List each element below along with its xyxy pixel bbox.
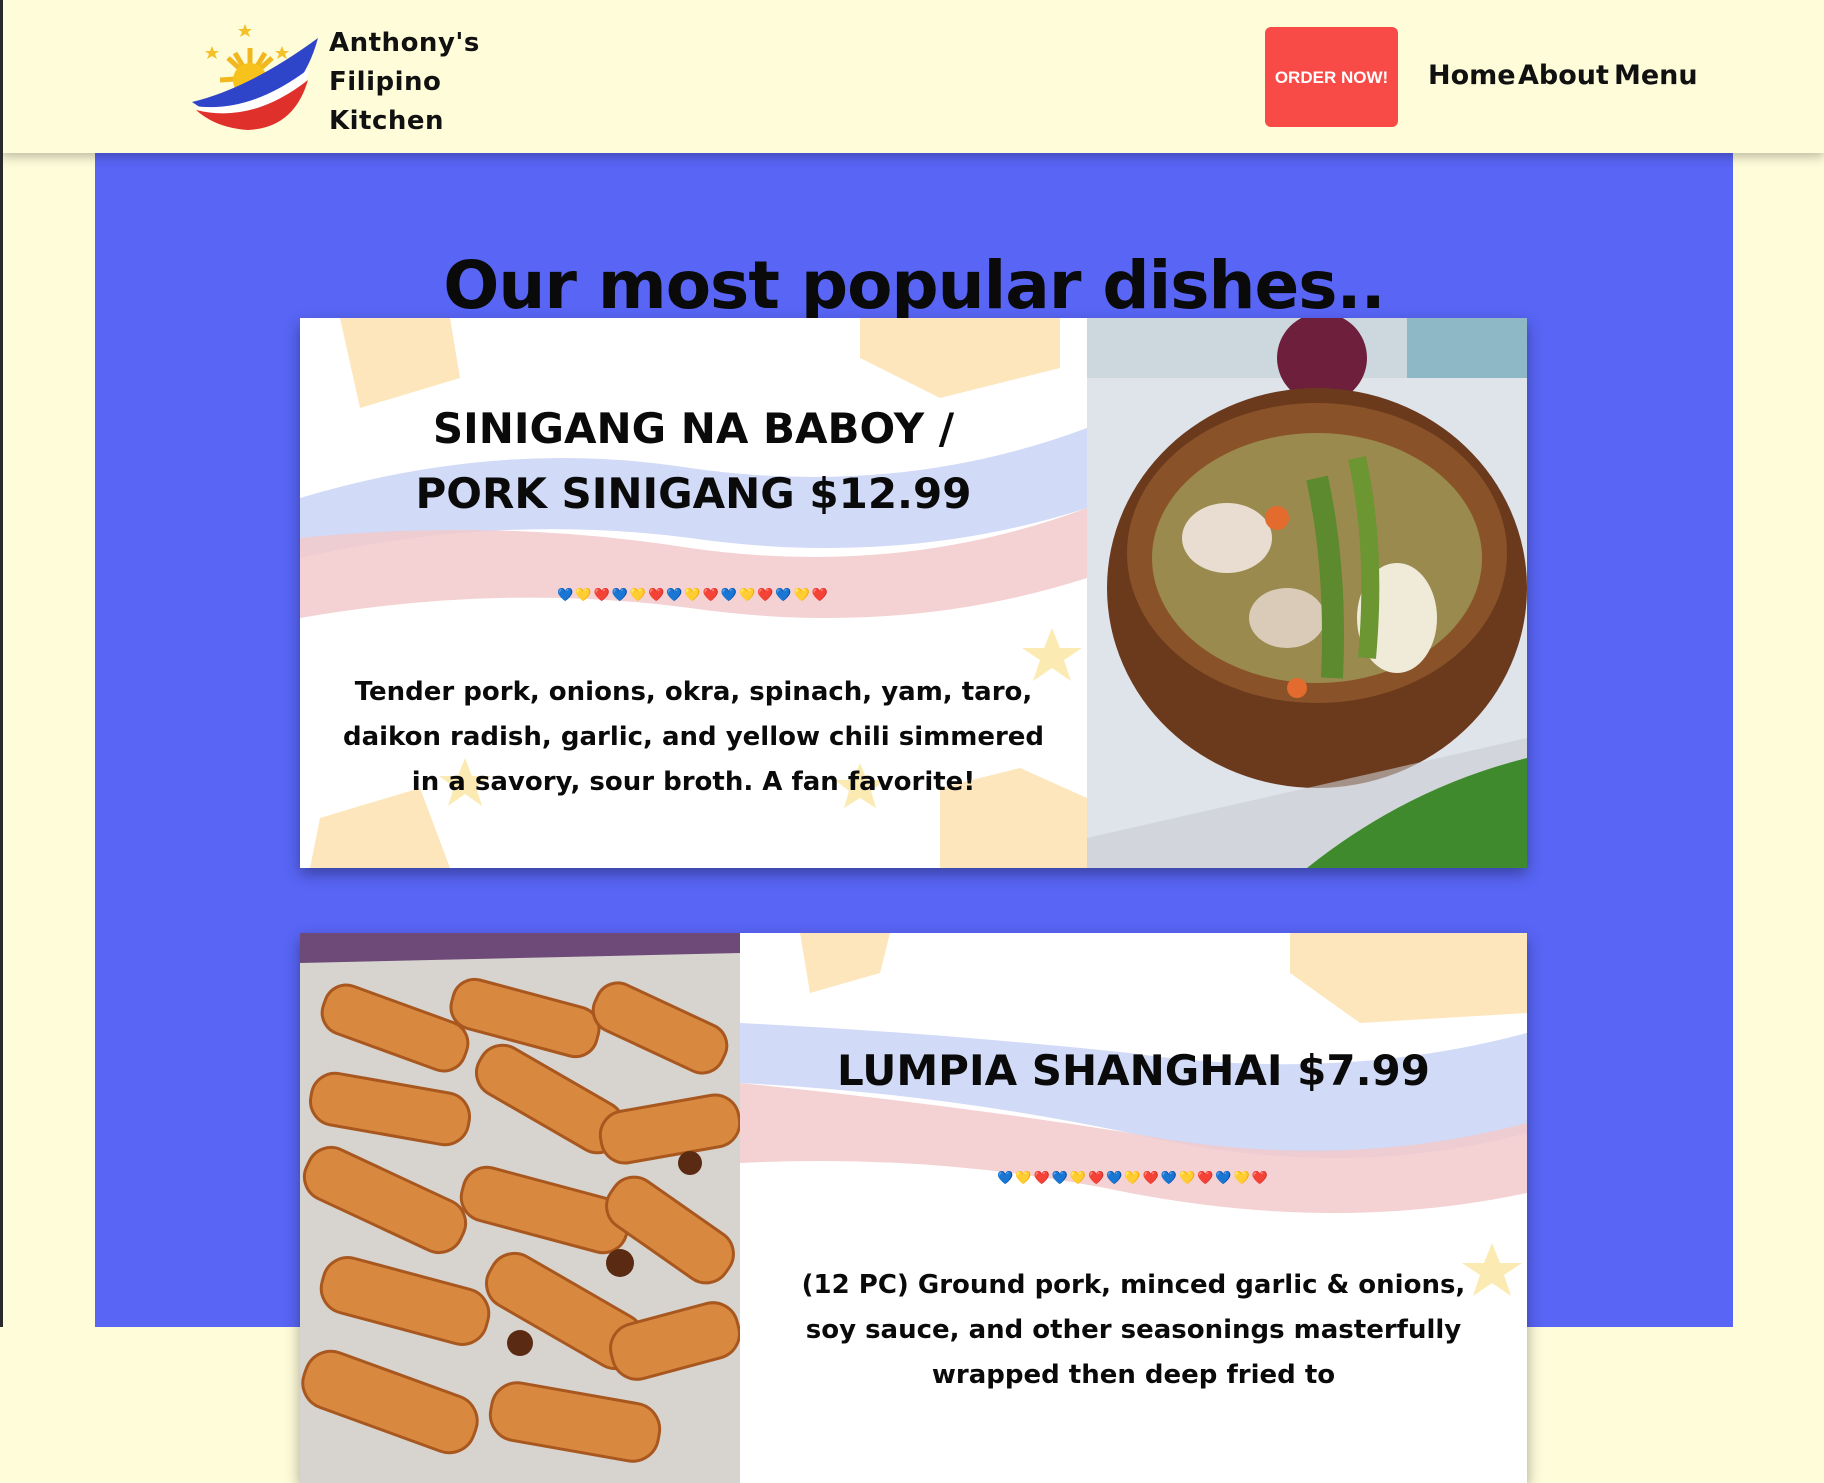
dish-description: Tender pork, onions, okra, spinach, yam,… <box>342 677 1045 797</box>
philippine-sun-logo-icon <box>192 24 318 130</box>
popular-dishes-section: Our most popular dishes.. SINIGANG NA BA… <box>95 153 1733 1483</box>
dish-title: SINIGANG NA BABOY / PORK SINIGANG $12.99 <box>415 404 972 518</box>
dish-description: (12 PC) Ground pork, minced garlic & oni… <box>801 1270 1466 1390</box>
logo[interactable]: Anthony's Filipino Kitchen <box>190 18 479 138</box>
order-now-button[interactable]: ORDER NOW! <box>1265 27 1398 127</box>
hearts-divider: 💙💛❤️💙💛❤️💙💛❤️💙💛❤️💙💛❤️ <box>557 588 830 603</box>
brand-line: Anthony's <box>329 28 480 58</box>
nav-home-link[interactable]: Home <box>1428 60 1516 91</box>
brand-line: Kitchen <box>329 106 445 136</box>
lumpia-tray-image <box>300 933 740 1483</box>
nav-menu-link[interactable]: Menu <box>1614 60 1698 91</box>
brand-name: Anthony's Filipino Kitchen <box>329 24 480 141</box>
window-edge <box>0 0 3 1327</box>
dish-text-panel: LUMPIA SHANGHAI $7.99 💙💛❤️💙💛❤️💙💛❤️💙💛❤️💙💛… <box>740 933 1527 1483</box>
section-title: Our most popular dishes.. <box>443 247 1385 325</box>
hearts-divider: 💙💛❤️💙💛❤️💙💛❤️💙💛❤️💙💛❤️ <box>997 1171 1270 1186</box>
flag-background-pattern <box>740 933 1527 1296</box>
dish-title: LUMPIA SHANGHAI $7.99 <box>837 1046 1430 1095</box>
site-header: Anthony's Filipino Kitchen ORDER NOW! Ho… <box>0 0 1824 153</box>
brand-line: Filipino <box>329 67 442 97</box>
dish-text-panel: SINIGANG NA BABOY / PORK SINIGANG $12.99… <box>300 318 1087 868</box>
sinigang-bowl-image <box>1087 318 1527 868</box>
dish-card: LUMPIA SHANGHAI $7.99 💙💛❤️💙💛❤️💙💛❤️💙💛❤️💙💛… <box>300 933 1527 1483</box>
dish-card: SINIGANG NA BABOY / PORK SINIGANG $12.99… <box>300 318 1527 868</box>
nav-about-link[interactable]: About <box>1518 60 1609 91</box>
